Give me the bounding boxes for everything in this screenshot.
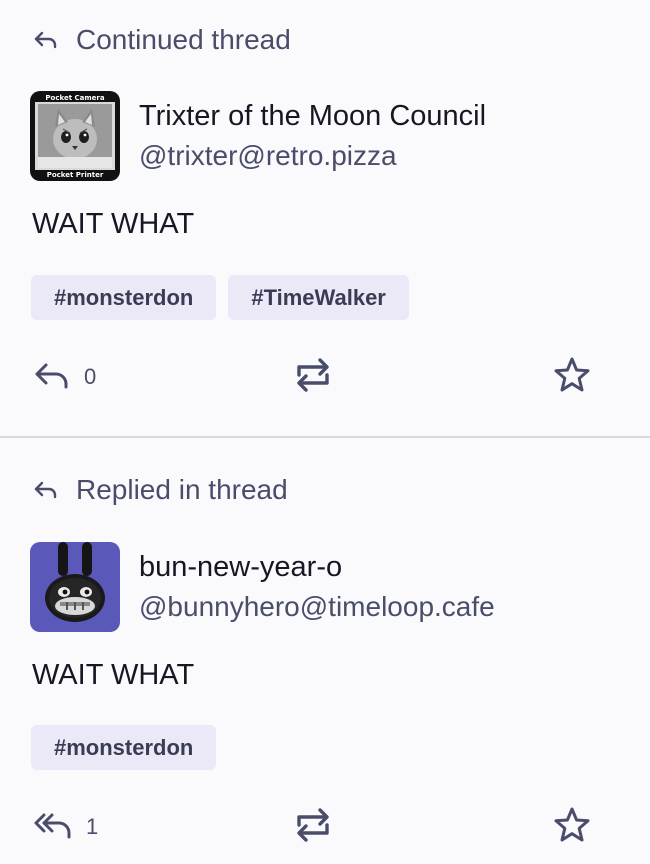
post-author[interactable]: bun-new-year-o @bunnyhero@timeloop.cafe (30, 541, 495, 633)
hashtag-link[interactable]: #TimeWalker (228, 275, 409, 320)
avatar-bottom-text: Pocket Printer (47, 171, 104, 179)
status-post[interactable]: Replied in thread bun-new-year-o @bunnyh… (0, 450, 650, 864)
thread-indicator: Replied in thread (32, 472, 288, 508)
post-action-bar: 1 (0, 805, 650, 849)
post-content: WAIT WHAT (32, 208, 195, 240)
boost-button[interactable] (294, 355, 332, 399)
post-action-bar: 0 (0, 355, 650, 399)
account-handle[interactable]: @bunnyhero@timeloop.cafe (139, 587, 495, 627)
star-icon (553, 806, 591, 849)
hashtag-link[interactable]: #monsterdon (31, 275, 217, 320)
hashtag-list: #monsterdon #TimeWalker (31, 275, 421, 320)
author-names: Trixter of the Moon Council @trixter@ret… (139, 96, 486, 176)
reply-arrow-icon (32, 26, 60, 54)
boost-button[interactable] (294, 805, 332, 849)
post-content: WAIT WHAT (32, 659, 195, 691)
timeline-feed: Continued thread Pocket Camera Pocket Pr… (0, 0, 650, 864)
display-name[interactable]: Trixter of the Moon Council (139, 96, 486, 136)
favourite-button[interactable] (553, 805, 591, 849)
reply-button[interactable]: 0 (34, 355, 96, 399)
account-handle[interactable]: @trixter@retro.pizza (139, 136, 486, 176)
status-post[interactable]: Continued thread Pocket Camera Pocket Pr… (0, 0, 650, 438)
hashtag-list: #monsterdon (31, 725, 228, 770)
author-names: bun-new-year-o @bunnyhero@timeloop.cafe (139, 547, 495, 627)
reply-button[interactable]: 1 (34, 805, 98, 849)
reply-count: 1 (86, 814, 99, 839)
star-icon (553, 356, 591, 399)
reply-icon (34, 359, 70, 396)
thread-indicator-label: Continued thread (76, 24, 291, 55)
display-name[interactable]: bun-new-year-o (139, 547, 495, 587)
favourite-button[interactable] (553, 355, 591, 399)
reply-count: 0 (84, 364, 97, 389)
avatar[interactable]: Pocket Camera Pocket Printer (30, 91, 120, 181)
avatar[interactable] (30, 542, 120, 632)
avatar-top-text: Pocket Camera (45, 94, 104, 102)
reply-arrow-icon (32, 476, 60, 504)
post-author[interactable]: Pocket Camera Pocket Printer Trixter of … (30, 90, 486, 182)
reply-all-icon (34, 809, 72, 846)
boost-icon (294, 355, 332, 400)
hashtag-link[interactable]: #monsterdon (31, 725, 217, 770)
boost-icon (294, 805, 332, 850)
thread-indicator: Continued thread (32, 22, 291, 58)
thread-indicator-label: Replied in thread (76, 474, 288, 505)
